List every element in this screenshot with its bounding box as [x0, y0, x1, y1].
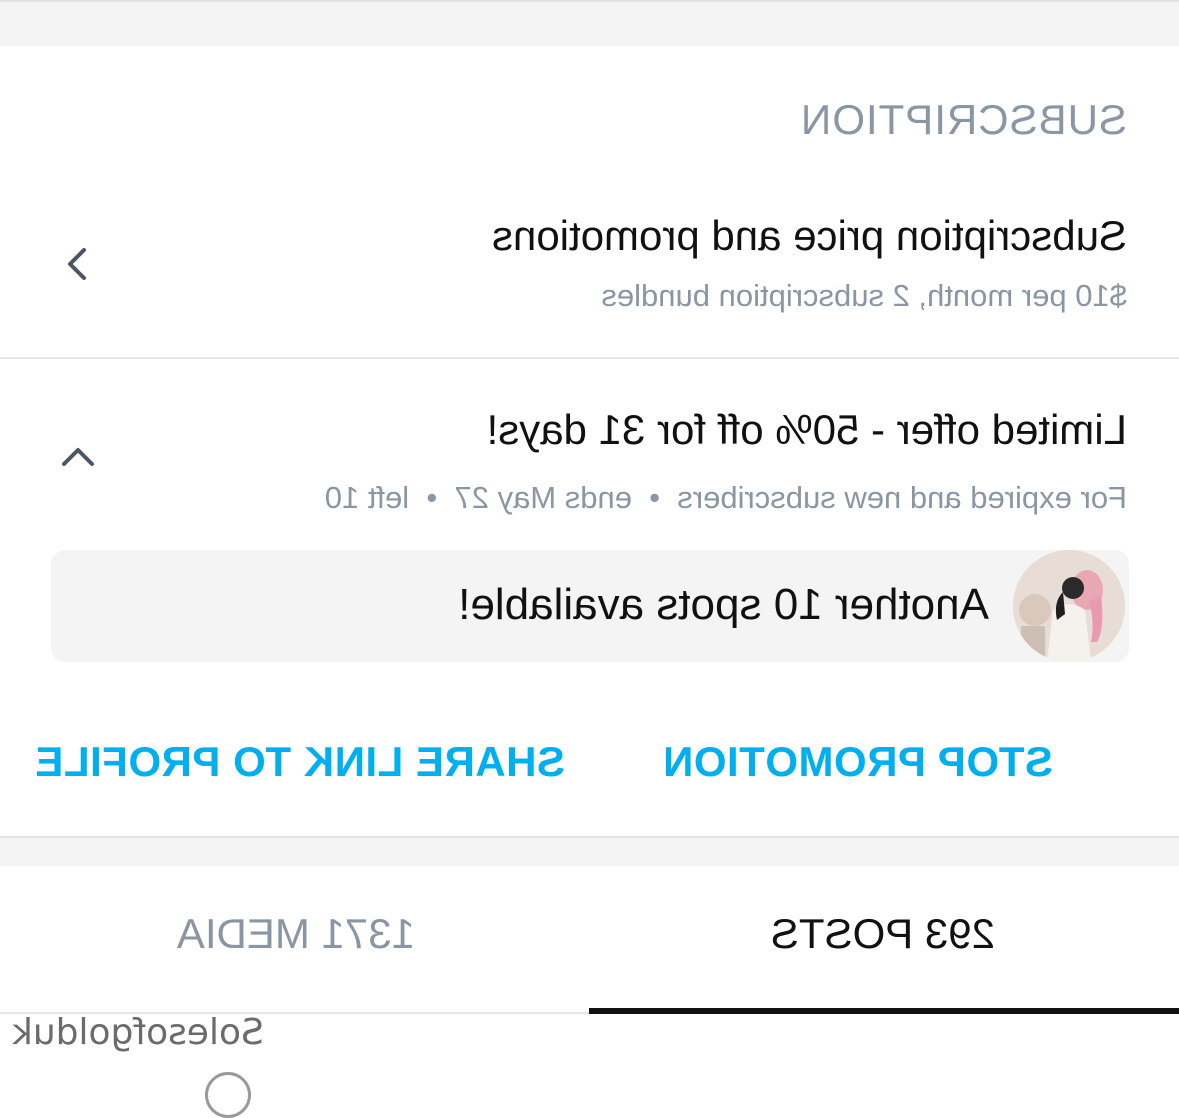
limited-offer-row[interactable]: Limited offer - 50% off for 31 days! For… — [0, 392, 1179, 522]
divider — [0, 357, 1179, 359]
section-title: SUBSCRIPTION — [799, 96, 1127, 143]
offer-message-card: Another 10 spots available! — [51, 550, 1129, 662]
subscription-price-row[interactable]: Subscription price and promotions $10 pe… — [0, 200, 1179, 358]
tab-posts[interactable]: 293 POSTS — [771, 910, 995, 958]
subscription-row-subtitle: $10 per month, 2 subscription bundles — [601, 278, 1127, 313]
chevron-right-icon[interactable] — [60, 246, 96, 282]
chevron-up-icon[interactable] — [60, 438, 96, 474]
offer-title: Limited offer - 50% off for 31 days! — [486, 406, 1127, 453]
mirrored-screen: SUBSCRIPTION Subscription price and prom… — [0, 0, 1179, 1118]
active-tab-indicator — [589, 1008, 1179, 1014]
tab-media[interactable]: 1371 MEDIA — [177, 910, 415, 958]
offer-message-text: Another 10 spots available! — [458, 580, 989, 629]
subscription-row-title: Subscription price and promotions — [491, 212, 1127, 259]
offer-subtitle: For expired and new subscribers • ends M… — [324, 480, 1127, 515]
share-link-button[interactable]: SHARE LINK TO PROFILE — [35, 738, 565, 786]
top-separator — [0, 0, 1179, 46]
avatar — [1013, 550, 1125, 662]
section-separator — [0, 836, 1179, 866]
stop-promotion-button[interactable]: STOP PROMOTION — [663, 738, 1054, 786]
watermark: Solesofgolduk — [12, 1012, 264, 1053]
